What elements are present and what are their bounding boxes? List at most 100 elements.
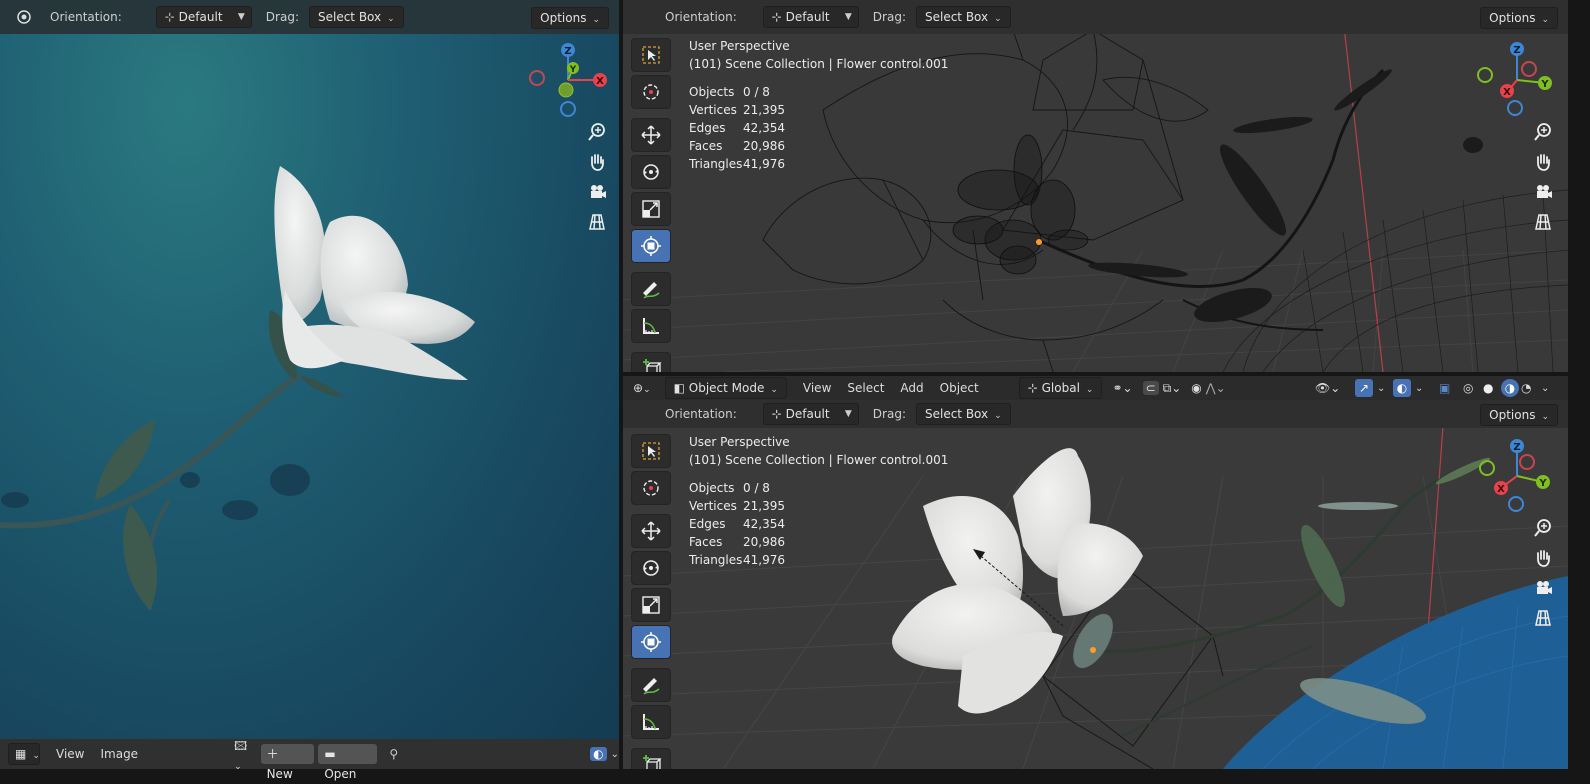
measure-icon — [643, 318, 659, 334]
hand-icon[interactable] — [1529, 544, 1557, 572]
menu-object[interactable]: Object — [940, 381, 979, 395]
solid-shading-icon[interactable]: ● — [1483, 381, 1493, 395]
drag-dropdown[interactable]: Select Box ⌄ — [915, 6, 1011, 28]
rendered-shading-icon[interactable]: ◔ — [1521, 381, 1531, 395]
chevron-down-icon: ⌄ — [643, 385, 651, 395]
grid-icon[interactable] — [1529, 208, 1557, 236]
options-dropdown[interactable]: Options ⌄ — [1480, 7, 1558, 29]
falloff-icon[interactable]: ⋀⌄ — [1206, 381, 1226, 395]
navigation-gizmo[interactable]: Z Y X — [528, 40, 608, 120]
material-shading-icon[interactable]: ◑ — [1501, 379, 1519, 397]
camera-icon[interactable] — [1529, 178, 1557, 206]
rotate-tool[interactable] — [631, 155, 671, 189]
snap-target-icon[interactable]: ⧉⌄ — [1163, 381, 1182, 396]
chevron-down-icon[interactable]: ⌄ — [1541, 383, 1549, 394]
menu-image[interactable]: Image — [100, 747, 138, 761]
pin-icon[interactable]: ⚲ — [389, 747, 398, 761]
orientation-axes-icon: ⊹ — [771, 10, 786, 24]
xray-toggle-icon[interactable]: ▣ — [1439, 381, 1450, 395]
drag-dropdown[interactable]: Select Box ⌄ — [308, 6, 404, 28]
camera-icon[interactable] — [1529, 574, 1557, 602]
gizmo-toggle-icon[interactable]: ↗ — [1355, 379, 1373, 397]
select-box-icon — [642, 46, 660, 64]
visibility-icon[interactable]: 👁⌄ — [1315, 381, 1340, 395]
move-tool[interactable] — [631, 118, 671, 152]
options-dropdown[interactable]: Options ⌄ — [531, 7, 609, 29]
orientation-dropdown[interactable]: ⊹ Default ▼ — [155, 6, 252, 28]
stat-row: Vertices 21,395 — [689, 499, 785, 513]
select-box-tool[interactable] — [631, 434, 671, 468]
add-cube-tool[interactable] — [631, 748, 671, 769]
zoom-icon[interactable] — [583, 118, 611, 146]
mode-dropdown[interactable]: ◧ Object Mode ⌄ — [664, 377, 787, 399]
menu-view[interactable]: View — [56, 747, 84, 761]
options-dropdown[interactable]: Options ⌄ — [1480, 404, 1558, 426]
bottom-viewport-area: ⊕⌄ ◧ Object Mode ⌄ View Select Add Object… — [623, 376, 1568, 769]
top-viewport-area: Orientation: ⊹ Default ▼ Drag: Select Box… — [623, 0, 1568, 372]
move-tool[interactable] — [631, 514, 671, 548]
drag-label: Drag: — [872, 407, 906, 421]
object-mode-icon: ◧ — [673, 381, 689, 395]
menu-add[interactable]: Add — [900, 381, 923, 395]
overlay-toggle-icon[interactable]: ◐ — [590, 747, 607, 761]
image-browse-icon[interactable]: 🖾⌄ — [234, 737, 255, 772]
overlay-toggle-icon[interactable]: ◐ — [1393, 379, 1411, 397]
move-icon — [641, 125, 661, 145]
camera-icon[interactable] — [583, 178, 611, 206]
collection-text: (101) Scene Collection | Flower control.… — [689, 57, 949, 71]
chevron-down-icon[interactable]: ⌄ — [611, 749, 619, 760]
rotate-icon — [643, 560, 659, 576]
grid-icon[interactable] — [1529, 604, 1557, 632]
zoom-icon[interactable] — [1529, 514, 1557, 542]
editor-type-dropdown[interactable]: ▦ ⌄ — [8, 743, 40, 765]
cursor-tool[interactable] — [631, 471, 671, 505]
cursor-tool[interactable] — [631, 75, 671, 109]
chevron-down-icon[interactable]: ⌄ — [1415, 383, 1423, 394]
transform-orientation-dropdown[interactable]: ⊹ Global ⌄ — [1018, 377, 1103, 399]
annotate-tool[interactable] — [631, 668, 671, 702]
pivot-icon[interactable] — [14, 7, 34, 27]
flower-render — [0, 166, 475, 611]
measure-tool[interactable] — [631, 309, 671, 343]
select-box-tool[interactable] — [631, 38, 671, 72]
scale-tool[interactable] — [631, 588, 671, 622]
drag-dropdown[interactable]: Select Box ⌄ — [915, 403, 1011, 425]
gizmo-z-label: Z — [1513, 442, 1520, 453]
chevron-down-icon: ⌄ — [1541, 15, 1549, 25]
stat-row: Faces 20,986 — [689, 139, 785, 153]
navigation-gizmo[interactable]: Z Y X — [1477, 40, 1557, 120]
add-cube-tool[interactable] — [631, 352, 671, 372]
pivot-point-icon[interactable]: ⚭⌄ — [1112, 381, 1132, 395]
orientation-dropdown[interactable]: ⊹ Default ▼ — [762, 6, 859, 28]
chevron-down-icon: ⌄ — [32, 751, 40, 761]
zoom-icon[interactable] — [1529, 118, 1557, 146]
transform-tool[interactable] — [631, 625, 671, 659]
hand-icon[interactable] — [583, 148, 611, 176]
grid-icon[interactable] — [583, 208, 611, 236]
chevron-down-icon[interactable]: ⌄ — [1377, 383, 1385, 394]
annotate-tool[interactable] — [631, 272, 671, 306]
rotate-tool[interactable] — [631, 551, 671, 585]
add-cube-icon — [643, 359, 662, 372]
view-perspective-text: User Perspective — [689, 39, 790, 53]
measure-tool[interactable] — [631, 705, 671, 739]
left-viewport-area: Orientation: ⊹ Default ▼ Drag: Select Box… — [0, 0, 619, 739]
navigation-gizmo[interactable]: Z Y X — [1477, 436, 1557, 516]
menu-select[interactable]: Select — [847, 381, 884, 395]
transform-tool[interactable] — [631, 229, 671, 263]
proportional-edit-icon[interactable]: ◉ — [1191, 381, 1201, 395]
open-image-button[interactable]: ▬ Open — [318, 744, 378, 781]
orientation-label: Orientation: — [665, 407, 737, 421]
measure-icon — [643, 714, 659, 730]
editor-type-dropdown[interactable]: ⊕⌄ — [633, 381, 651, 395]
wireframe-shading-icon[interactable]: ◎ — [1463, 381, 1473, 395]
stat-row: Faces 20,986 — [689, 535, 785, 549]
stat-row: Objects 0 / 8 — [689, 85, 770, 99]
hand-icon[interactable] — [1529, 148, 1557, 176]
snap-icon[interactable]: ⊂ — [1142, 381, 1159, 395]
orientation-dropdown[interactable]: ⊹ Default ▼ — [762, 403, 859, 425]
image-editor-header: ▦ ⌄ View Image 🖾⌄ ＋ New ▬ Open ⚲ ◐ ⌄ — [0, 737, 619, 781]
scale-tool[interactable] — [631, 192, 671, 226]
new-image-button[interactable]: ＋ New — [260, 744, 315, 781]
menu-view[interactable]: View — [803, 381, 831, 395]
